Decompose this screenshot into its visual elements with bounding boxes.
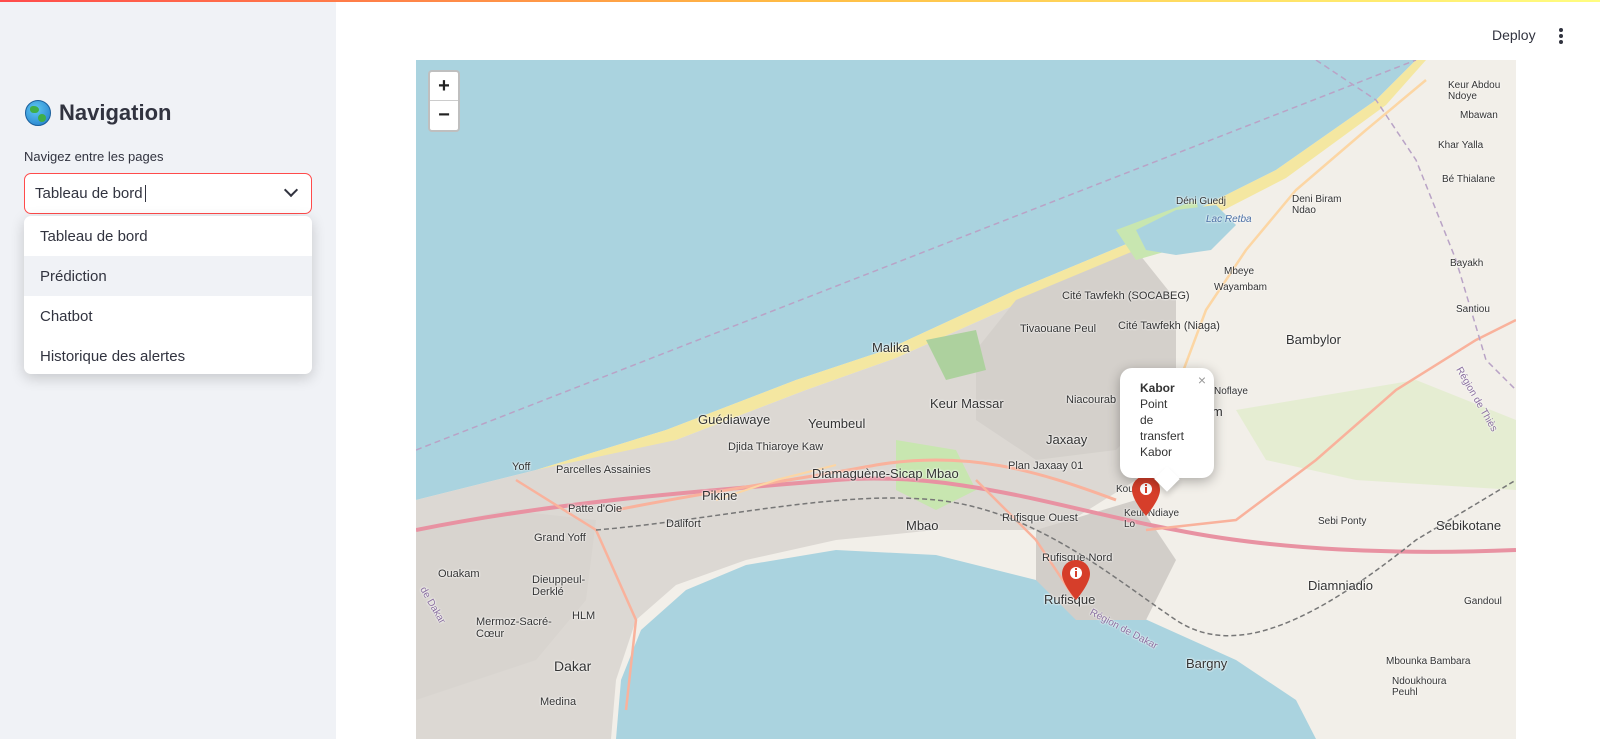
map-label: Pikine — [702, 488, 738, 503]
map-label: Mermoz-Sacré-Cœur — [476, 616, 552, 640]
globe-icon — [25, 100, 51, 126]
map-label: HLM — [572, 610, 596, 622]
map-label: Diamniadio — [1308, 578, 1374, 593]
marker-popup: × Kabor Point de transfert Kabor — [1120, 368, 1214, 492]
map-label: Tivaouane Peul — [1020, 323, 1097, 335]
map-label: Dakar — [554, 658, 592, 674]
map-label: Diamaguène-Sicap Mbao — [812, 466, 959, 481]
map-label: Bayakh — [1450, 258, 1484, 269]
popup-text: de — [1140, 413, 1154, 427]
map-label: Djida Thiaroye Kaw — [728, 441, 824, 453]
sidebar-title-text: Navigation — [59, 100, 172, 125]
map-label: Niacourab — [1066, 394, 1117, 406]
map-label: Khar Yalla — [1438, 140, 1484, 151]
page-select-dropdown: Tableau de bord Prédiction Chatbot Histo… — [24, 216, 312, 374]
map-label: Noflaye — [1214, 386, 1248, 397]
map-label: Ouakam — [438, 568, 480, 580]
map-label: Gandoul — [1464, 596, 1502, 607]
chevron-down-icon[interactable] — [283, 182, 299, 198]
option-historique-des-alertes[interactable]: Historique des alertes — [24, 336, 312, 374]
map-label: Bé Thialane — [1442, 174, 1496, 185]
map-label: Ndoukhoura Peuhl — [1392, 676, 1447, 698]
map-label: Bambylor — [1286, 332, 1341, 347]
popup-text: transfert — [1140, 429, 1185, 443]
map-label: Lac Retba — [1206, 214, 1252, 225]
map-label: Yeumbeul — [808, 416, 866, 431]
text-cursor — [144, 185, 146, 202]
map-label: Mbawan — [1460, 110, 1498, 121]
map-label: Wayambam — [1214, 282, 1267, 293]
map-marker-icon — [1062, 560, 1090, 600]
main-menu-icon[interactable] — [1558, 28, 1564, 44]
zoom-out-button[interactable]: − — [430, 101, 458, 130]
popup-text: Kabor — [1140, 445, 1173, 459]
map-label: Patte d'Oie — [568, 503, 623, 515]
map-label: Deni Biram Ndao — [1292, 194, 1342, 216]
map-label: Dieuppeul-Derklé — [532, 574, 586, 598]
map-label: Parcelles Assainies — [556, 464, 651, 476]
map-label: Mbounka Bambara — [1386, 656, 1471, 667]
close-icon[interactable]: × — [1198, 372, 1206, 388]
deploy-button[interactable]: Deploy — [1492, 27, 1536, 43]
map-label: Keur Abdou Ndoye — [1448, 80, 1501, 102]
option-chatbot[interactable]: Chatbot — [24, 296, 312, 336]
option-tableau-de-bord[interactable]: Tableau de bord — [24, 216, 312, 256]
map-label: Medina — [540, 696, 577, 708]
zoom-in-button[interactable]: + — [430, 72, 458, 101]
map-label: Yoff — [512, 461, 531, 473]
map-label: Dalifort — [666, 518, 701, 530]
map-label: Déni Guedj — [1176, 196, 1227, 207]
marker-kabor[interactable] — [1132, 476, 1160, 516]
select-label: Navigez entre les pages — [24, 149, 164, 164]
map-label: Bargny — [1186, 656, 1228, 671]
zoom-control: + − — [428, 70, 460, 132]
map-marker-icon — [1132, 476, 1160, 516]
page-select-value: Tableau de bord — [35, 185, 143, 202]
map-label: Cité Tawfekh (SOCABEG) — [1062, 290, 1190, 302]
option-prediction[interactable]: Prédiction — [24, 256, 312, 296]
page-select[interactable]: Tableau de bord — [24, 173, 312, 214]
map-label: Grand Yoff — [534, 532, 586, 544]
map-label: Guédiawaye — [698, 412, 771, 427]
map-label: Sebikotane — [1436, 518, 1502, 533]
map-label: Cité Tawfekh (Niaga) — [1118, 320, 1220, 332]
map-label: Santiou — [1456, 304, 1490, 315]
popup-title: Kabor — [1140, 381, 1175, 395]
popup-text: Point — [1140, 397, 1168, 411]
map-label: Malika — [872, 340, 910, 355]
marker-rufisque[interactable] — [1062, 560, 1090, 600]
sidebar: Navigation Navigez entre les pages Table… — [0, 2, 336, 739]
map-label: Mbeye — [1224, 266, 1255, 277]
map-label: Keur Massar — [930, 396, 1004, 411]
map-label: Mbao — [906, 518, 939, 533]
map-label: Plan Jaxaay 01 — [1008, 460, 1084, 472]
map-label: Sebi Ponty — [1318, 516, 1367, 527]
map-label: Rufisque Ouest — [1002, 512, 1078, 524]
map-label: Jaxaay — [1046, 432, 1088, 447]
map-view[interactable]: + − Cité Tawfekh (SOCABEG) Cité Tawfekh … — [416, 60, 1516, 739]
sidebar-title: Navigation — [25, 100, 171, 126]
